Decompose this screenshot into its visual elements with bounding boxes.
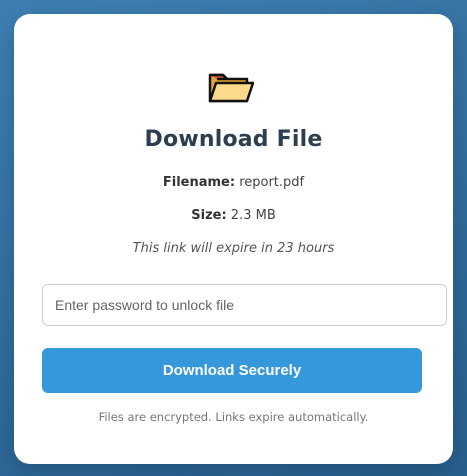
footer-note: Files are encrypted. Links expire automa…: [98, 410, 369, 424]
password-input[interactable]: [42, 284, 447, 326]
open-folder-icon: [208, 73, 255, 103]
expiry-notice: This link will expire in 23 hours: [132, 241, 335, 256]
page-title: Download File: [144, 127, 323, 152]
download-card: Download File Filename: report.pdf Size:…: [14, 14, 453, 464]
size-row: Size: 2.3 MB: [14, 208, 453, 223]
filename-label: Filename:: [162, 175, 236, 190]
size-label: Size:: [191, 208, 227, 223]
filename-row: Filename: report.pdf: [14, 175, 453, 190]
filename-value: report.pdf: [239, 175, 305, 190]
size-value: 2.3 MB: [230, 208, 276, 223]
download-button[interactable]: Download Securely: [42, 348, 422, 393]
